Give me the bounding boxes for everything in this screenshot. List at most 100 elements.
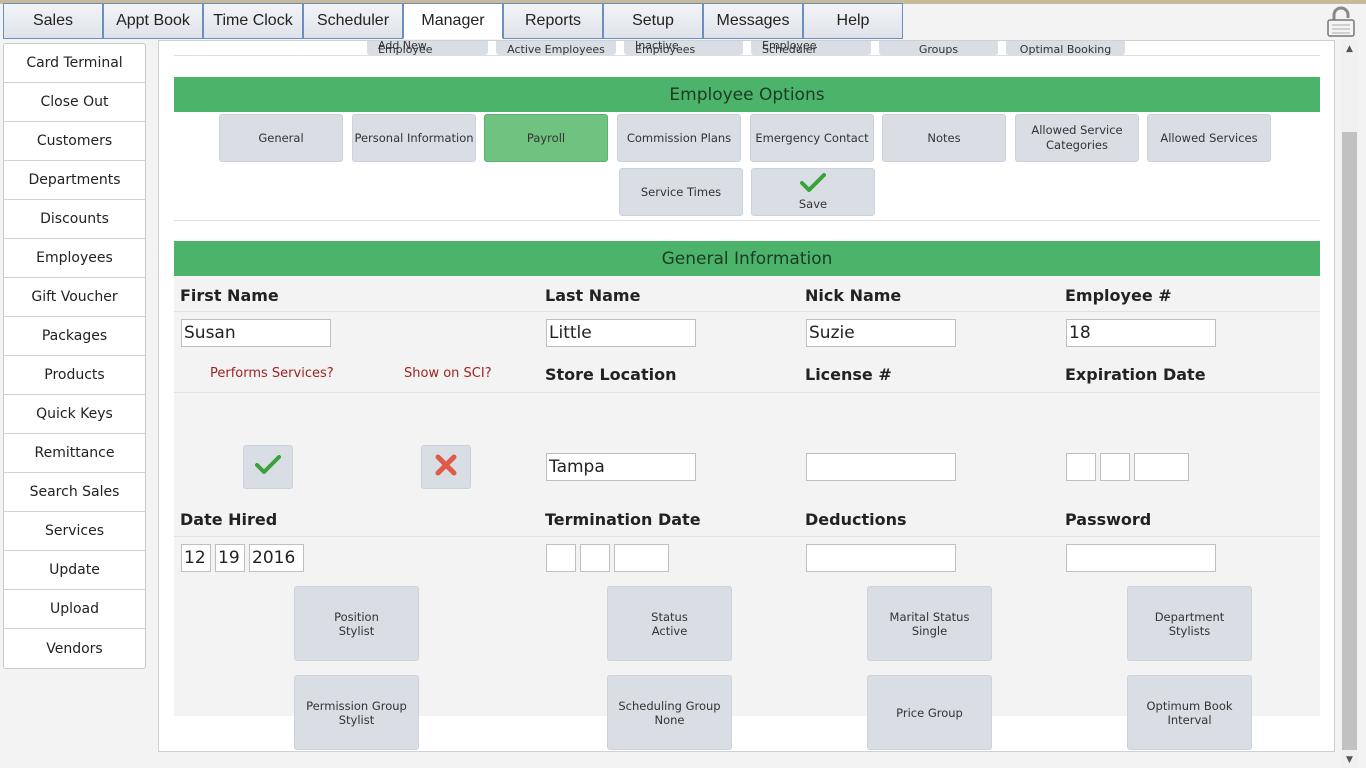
scheduling-group-button[interactable]: Scheduling Group None xyxy=(607,675,732,750)
show-on-sci-label: Show on SCI? xyxy=(404,366,492,381)
hired-day-field[interactable]: 19 xyxy=(215,544,245,572)
nick-name-field[interactable]: Suzie xyxy=(806,319,956,347)
permission-group-label: Permission Group xyxy=(306,698,407,713)
option-notes-label: Notes xyxy=(927,130,961,145)
add-new-employee-button[interactable]: Add New Employee xyxy=(367,41,488,55)
groups-label: Groups xyxy=(918,43,959,55)
performs-services-label: Performs Services? xyxy=(210,366,334,381)
service-times-button[interactable]: Service Times xyxy=(619,168,743,216)
sidebar-item-quick-keys[interactable]: Quick Keys xyxy=(4,395,145,434)
tab-appt-book[interactable]: Appt Book xyxy=(103,3,203,39)
sidebar-item-card-terminal[interactable]: Card Terminal xyxy=(4,44,145,83)
option-allowed-services-button[interactable]: Allowed Services xyxy=(1147,114,1271,162)
termination-month-field[interactable] xyxy=(546,544,576,572)
deductions-field[interactable] xyxy=(806,544,956,572)
sidebar-item-search-sales[interactable]: Search Sales xyxy=(4,473,145,512)
position-button[interactable]: Position Stylist xyxy=(294,586,419,661)
hired-year-field[interactable]: 2016 xyxy=(249,544,304,572)
option-general-label: General xyxy=(258,130,304,145)
employee-scheduler-button[interactable]: Employee Scheduler xyxy=(751,41,871,55)
status-button[interactable]: Status Active xyxy=(607,586,732,661)
optimal-booking-label: Optimal Booking xyxy=(1019,43,1112,55)
sidebar-item-employees[interactable]: Employees xyxy=(4,239,145,278)
sidebar-item-upload[interactable]: Upload xyxy=(4,590,145,629)
option-commission-plans-label: Commission Plans xyxy=(626,130,732,145)
tab-manager[interactable]: Manager xyxy=(403,3,503,39)
save-button[interactable]: Save xyxy=(751,168,875,216)
option-notes-button[interactable]: Notes xyxy=(882,114,1006,162)
option-personal-information-label: Personal Information xyxy=(354,130,474,145)
position-label: Position xyxy=(334,609,379,624)
expiration-day-field[interactable] xyxy=(1100,453,1130,481)
sidebar-item-departments[interactable]: Departments xyxy=(4,161,145,200)
option-personal-information-button[interactable]: Personal Information xyxy=(352,114,476,162)
first-name-field[interactable]: Susan xyxy=(181,319,331,347)
tab-sales[interactable]: Sales xyxy=(3,3,103,39)
scroll-down-arrow-icon[interactable]: ▼ xyxy=(1341,751,1358,768)
termination-day-field[interactable] xyxy=(580,544,610,572)
status-label: Status xyxy=(651,609,688,624)
sidebar-item-products[interactable]: Products xyxy=(4,356,145,395)
termination-year-field[interactable] xyxy=(614,544,669,572)
department-label: Department xyxy=(1154,609,1225,624)
last-name-label: Last Name xyxy=(545,286,641,305)
option-allowed-service-categories-button[interactable]: Allowed Service Categories xyxy=(1015,114,1139,162)
main-panel: Add New Employee Active Employees Inacti… xyxy=(158,40,1335,752)
employee-options-header: Employee Options xyxy=(174,77,1320,112)
tab-scheduler[interactable]: Scheduler xyxy=(303,3,403,39)
hired-month-field[interactable]: 12 xyxy=(181,544,211,572)
optimum-book-interval-button[interactable]: Optimum Book Interval xyxy=(1127,675,1252,750)
tab-setup[interactable]: Setup xyxy=(603,3,703,39)
sidebar-item-remittance[interactable]: Remittance xyxy=(4,434,145,473)
sidebar-item-packages[interactable]: Packages xyxy=(4,317,145,356)
scrollbar-thumb[interactable] xyxy=(1342,132,1357,750)
scheduling-group-value: None xyxy=(654,712,685,727)
last-name-field[interactable]: Little xyxy=(546,319,696,347)
option-payroll-button[interactable]: Payroll xyxy=(484,114,608,162)
permission-group-value: Stylist xyxy=(338,712,375,727)
marital-status-value: Single xyxy=(911,623,948,638)
show-on-sci-toggle[interactable] xyxy=(421,445,471,489)
tab-messages[interactable]: Messages xyxy=(703,3,803,39)
inactive-employees-button[interactable]: Inactive Employees xyxy=(624,41,743,55)
scroll-up-arrow-icon[interactable]: ▲ xyxy=(1341,40,1358,57)
active-employees-button[interactable]: Active Employees xyxy=(496,41,616,55)
sidebar-item-gift-voucher[interactable]: Gift Voucher xyxy=(4,278,145,317)
price-group-button[interactable]: Price Group xyxy=(867,675,992,750)
divider xyxy=(174,55,1320,56)
lock-icon[interactable] xyxy=(1324,6,1358,38)
store-location-label: Store Location xyxy=(545,365,677,384)
optimum-book-value: Interval xyxy=(1167,712,1212,727)
option-general-button[interactable]: General xyxy=(219,114,343,162)
groups-button[interactable]: Groups xyxy=(879,41,998,55)
marital-status-button[interactable]: Marital Status Single xyxy=(867,586,992,661)
sidebar-item-close-out[interactable]: Close Out xyxy=(4,83,145,122)
employee-number-label: Employee # xyxy=(1065,286,1172,305)
tab-help[interactable]: Help xyxy=(803,3,903,39)
active-employees-label: Active Employees xyxy=(507,43,605,55)
optimal-booking-button[interactable]: Optimal Booking xyxy=(1006,41,1125,55)
employee-sub-nav: Add New Employee Active Employees Inacti… xyxy=(367,41,1133,55)
sidebar-item-customers[interactable]: Customers xyxy=(4,122,145,161)
expiration-month-field[interactable] xyxy=(1066,453,1096,481)
sidebar-item-discounts[interactable]: Discounts xyxy=(4,200,145,239)
performs-services-toggle[interactable] xyxy=(243,445,293,489)
option-emergency-contact-label: Emergency Contact xyxy=(755,130,869,145)
license-field[interactable] xyxy=(806,453,956,481)
sidebar-item-services[interactable]: Services xyxy=(4,512,145,551)
expiration-year-field[interactable] xyxy=(1134,453,1189,481)
password-field[interactable] xyxy=(1066,544,1216,572)
expiration-date-label: Expiration Date xyxy=(1065,365,1206,384)
department-button[interactable]: Department Stylists xyxy=(1127,586,1252,661)
option-emergency-contact-button[interactable]: Emergency Contact xyxy=(750,114,874,162)
permission-group-button[interactable]: Permission Group Stylist xyxy=(294,675,419,750)
tab-time-clock[interactable]: Time Clock xyxy=(203,3,303,39)
sidebar-item-update[interactable]: Update xyxy=(4,551,145,590)
sidebar-item-vendors[interactable]: Vendors xyxy=(4,629,145,668)
tab-reports[interactable]: Reports xyxy=(503,3,603,39)
employee-number-field[interactable]: 18 xyxy=(1066,319,1216,347)
option-commission-plans-button[interactable]: Commission Plans xyxy=(617,114,741,162)
nick-name-label: Nick Name xyxy=(805,286,902,305)
termination-date-label: Termination Date xyxy=(545,510,701,529)
store-location-field[interactable]: Tampa xyxy=(546,453,696,481)
